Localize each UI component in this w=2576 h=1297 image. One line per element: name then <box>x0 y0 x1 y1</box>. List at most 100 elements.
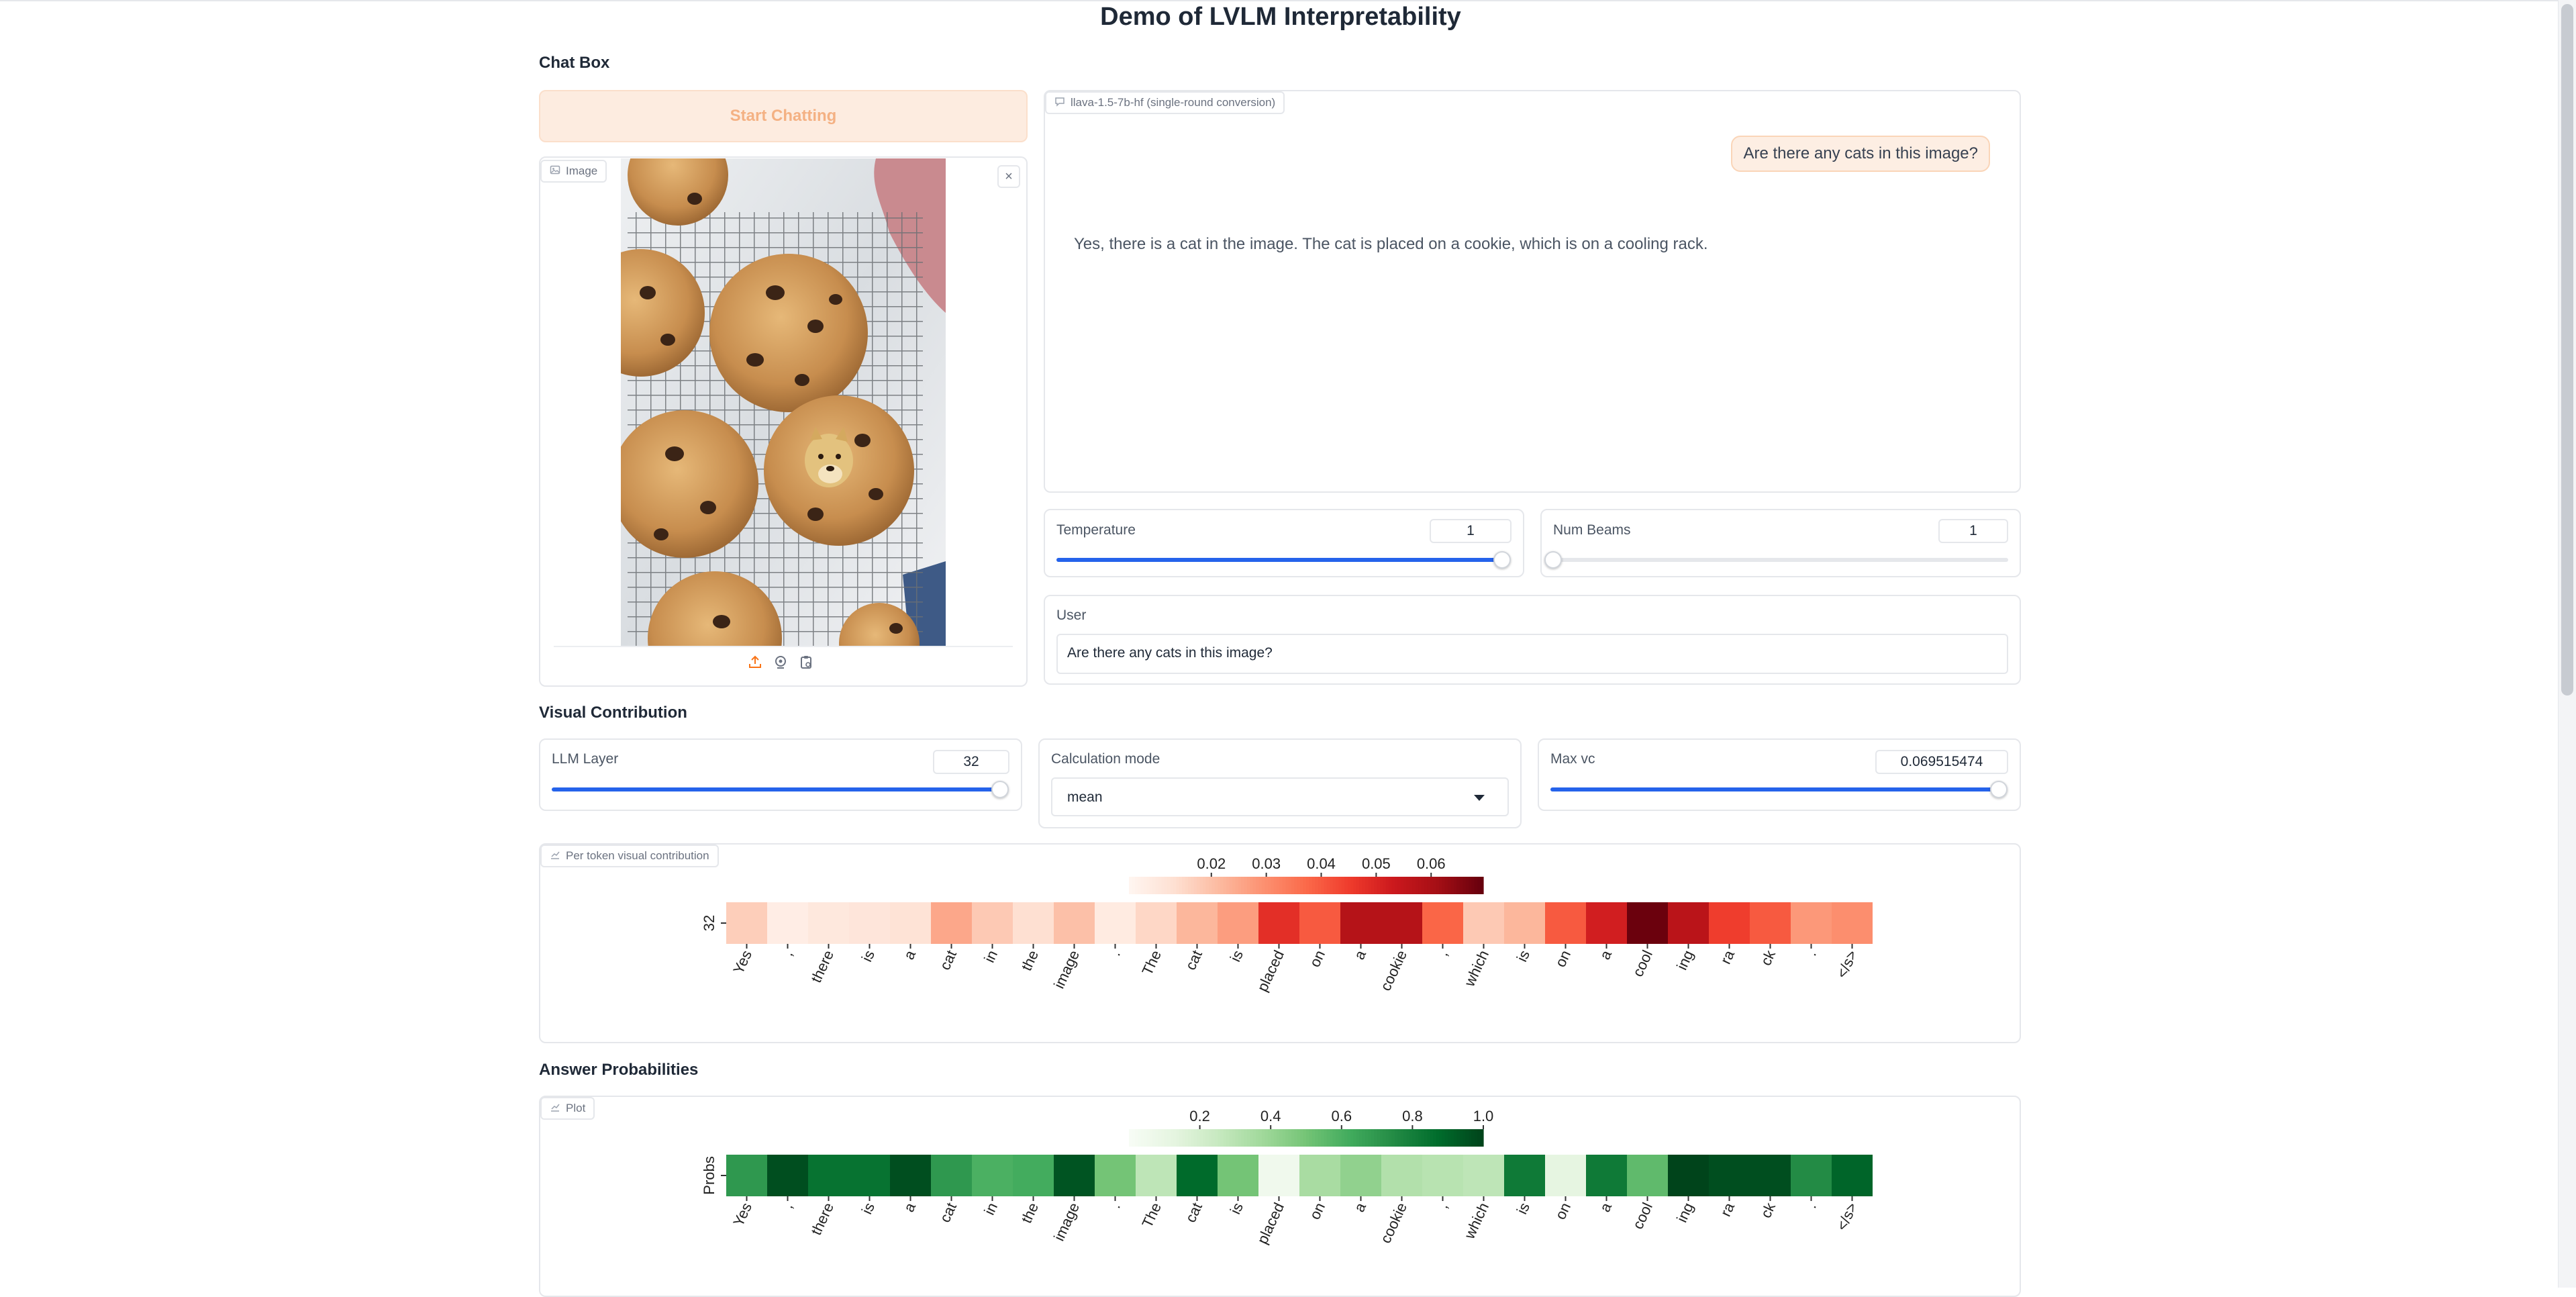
heatmap-cell <box>931 1155 972 1196</box>
colorbar-segment <box>1406 1129 1410 1147</box>
heatmap-cell <box>1545 1155 1586 1196</box>
colorbar-segment <box>1273 1129 1277 1147</box>
colorbar-segment <box>1285 1129 1289 1147</box>
y-tick-label: Probs <box>701 1156 717 1194</box>
heatmap-cell <box>1791 902 1832 944</box>
llm-layer-slider-handle[interactable] <box>991 781 1009 798</box>
colorbar-segment <box>1288 1129 1292 1147</box>
colorbar-segment <box>1138 877 1142 894</box>
x-tick-label: a <box>900 1200 919 1214</box>
x-tick-label: . <box>1803 948 1820 959</box>
heatmap-cell <box>1504 902 1545 944</box>
colorbar-segment <box>1291 1129 1295 1147</box>
temperature-slider[interactable] <box>1056 551 1511 569</box>
colorbar-segment <box>1330 877 1334 894</box>
colorbar-segment <box>1176 1129 1180 1147</box>
num-beams-number-input[interactable]: 1 <box>1938 519 2008 543</box>
heatmap-cell <box>726 1155 767 1196</box>
colorbar-segment <box>1247 1129 1250 1147</box>
colorbar-segment <box>1463 1129 1467 1147</box>
page-title: Demo of LVLM Interpretability <box>1100 3 1461 31</box>
webcam-icon[interactable] <box>773 654 789 670</box>
start-chatting-button[interactable]: Start Chatting <box>539 90 1028 142</box>
colorbar-segment <box>1347 877 1351 894</box>
colorbar-segment <box>1359 877 1363 894</box>
colorbar-segment <box>1146 1129 1150 1147</box>
x-tick-label: ra <box>1717 947 1738 967</box>
x-tick-label: is <box>1227 1200 1246 1217</box>
heatmap-cell <box>1463 902 1504 944</box>
colorbar-segment <box>1385 1129 1389 1147</box>
clipboard-icon[interactable] <box>798 654 814 670</box>
colorbar-segment <box>1309 877 1313 894</box>
num-beams-slider[interactable] <box>1544 551 2008 569</box>
user-textarea[interactable]: Are there any cats in this image? <box>1056 634 2008 674</box>
heatmap-cell <box>1381 902 1422 944</box>
colorbar-segment <box>1469 877 1472 894</box>
heatmap-cell <box>1750 1155 1791 1196</box>
colorbar-segment <box>1170 1129 1174 1147</box>
image-icon <box>550 164 560 179</box>
max-vc-slider[interactable] <box>1550 781 2008 798</box>
calc-mode-dropdown[interactable]: mean <box>1051 777 1509 816</box>
heatmap-cell <box>1627 1155 1668 1196</box>
heatmap-cell <box>1586 1155 1627 1196</box>
llm-layer-slider[interactable] <box>552 781 1009 798</box>
colorbar-segment <box>1353 1129 1357 1147</box>
colorbar-segment <box>1138 1129 1142 1147</box>
colorbar-segment <box>1247 877 1250 894</box>
colorbar-segment <box>1271 877 1275 894</box>
calc-mode-label: Calculation mode <box>1051 751 1160 767</box>
heatmap-cell <box>849 902 890 944</box>
colorbar-segment <box>1223 1129 1227 1147</box>
colorbar-segment <box>1256 1129 1260 1147</box>
colorbar-segment <box>1341 877 1345 894</box>
colorbar-segment <box>1144 1129 1147 1147</box>
model-label: llava-1.5-7b-hf (single-round conversion… <box>1071 96 1276 109</box>
x-tick-label: a <box>1596 1200 1615 1214</box>
colorbar-segment <box>1218 877 1221 894</box>
scrollbar-thumb[interactable] <box>2561 4 2573 695</box>
colorbar-segment <box>1463 877 1467 894</box>
num-beams-slider-handle[interactable] <box>1544 551 1562 569</box>
colorbar-segment <box>1324 1129 1328 1147</box>
max-vc-slider-handle[interactable] <box>1990 781 2008 798</box>
colorbar-segment <box>1265 877 1269 894</box>
colorbar-segment <box>1170 877 1174 894</box>
x-tick-label: there <box>807 1200 837 1238</box>
colorbar-segment <box>1211 877 1216 894</box>
close-icon[interactable]: × <box>997 165 1020 188</box>
colorbar-segment <box>1271 1129 1275 1147</box>
max-vc-number-input[interactable]: 0.069515474 <box>1875 750 2008 774</box>
colorbar-segment <box>1459 877 1463 894</box>
uploaded-photo <box>577 125 946 706</box>
colorbar-segment <box>1439 877 1442 894</box>
colorbar-segment <box>1191 1129 1195 1147</box>
temperature-slider-fill <box>1056 558 1502 562</box>
heatmap-cell <box>1340 902 1381 944</box>
close-glyph: × <box>1005 169 1013 184</box>
upload-icon[interactable] <box>747 654 763 670</box>
temperature-slider-handle[interactable] <box>1493 551 1511 569</box>
x-tick-label: there <box>807 948 837 986</box>
heatmap-cell <box>1709 1155 1750 1196</box>
colorbar-segment <box>1155 877 1159 894</box>
llm-layer-slider-fill <box>552 787 1000 791</box>
x-tick-label: , <box>779 948 796 959</box>
temperature-number-input[interactable]: 1 <box>1430 519 1512 543</box>
colorbar-segment <box>1149 1129 1153 1147</box>
image-chip: Image <box>540 160 607 183</box>
colorbar-segment <box>1164 877 1168 894</box>
colorbar-segment <box>1356 1129 1360 1147</box>
llm-layer-number-input[interactable]: 32 <box>933 750 1009 774</box>
colorbar-segment <box>1418 877 1422 894</box>
x-tick-label: ck <box>1757 1200 1779 1220</box>
calc-mode-value: mean <box>1067 789 1103 805</box>
colorbar-segment <box>1311 877 1316 894</box>
page-scrollbar[interactable] <box>2558 0 2576 1288</box>
colorbar-segment <box>1279 1129 1283 1147</box>
colorbar-segment <box>1436 1129 1440 1147</box>
colorbar-segment <box>1235 877 1239 894</box>
colorbar-segment <box>1294 1129 1298 1147</box>
colorbar-segment <box>1129 877 1132 894</box>
